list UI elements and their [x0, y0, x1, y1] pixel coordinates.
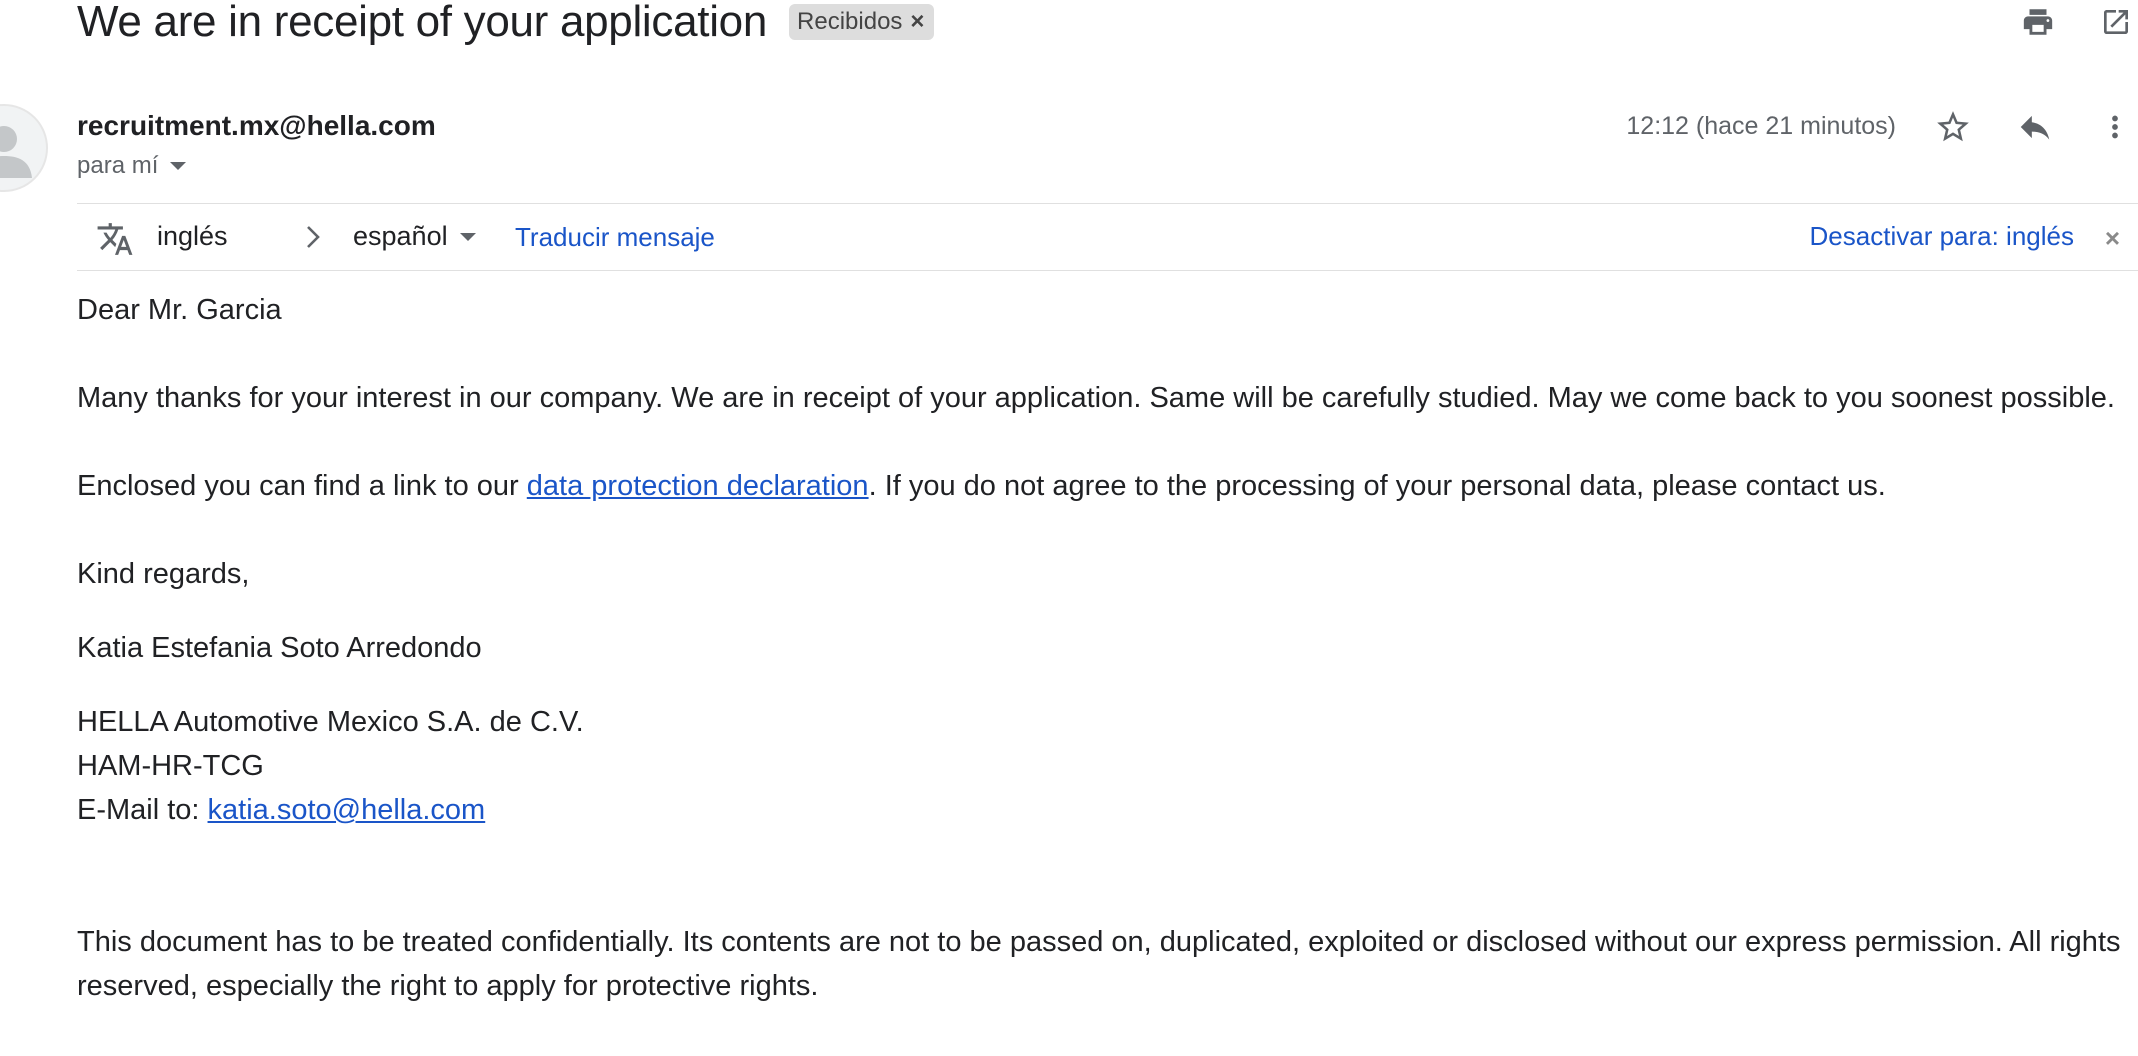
body-paragraph: Many thanks for your interest in our com… — [77, 382, 2115, 414]
star-icon[interactable] — [1930, 104, 1976, 150]
greeting: Dear Mr. Garcia — [77, 294, 282, 326]
open-in-new-window-icon[interactable] — [2094, 0, 2138, 44]
message-actions — [1930, 104, 2138, 150]
chevron-right-icon — [303, 224, 323, 255]
chevron-down-icon[interactable] — [170, 162, 187, 170]
recipient-label: para mí — [77, 152, 159, 179]
message-body: Dear Mr. Garcia Many thanks for your int… — [77, 288, 2135, 1052]
company-name: HELLA Automotive Mexico S.A. de C.V. — [77, 706, 584, 738]
translate-icon — [95, 220, 135, 263]
closing: Kind regards, — [77, 558, 250, 590]
label-chip-text: Recibidos — [797, 8, 903, 35]
disable-translation-link[interactable]: Desactivar para: inglés — [1810, 221, 2074, 252]
email-line: E-Mail to: katia.soto@hella.com — [77, 788, 2135, 832]
top-icons — [1982, 0, 2138, 44]
print-icon[interactable] — [2016, 0, 2060, 44]
translate-bar: inglés español Traducir mensaje Desactiv… — [77, 203, 2138, 271]
paragraph-text: . If you do not agree to the processing … — [868, 470, 1886, 502]
body-paragraph: Enclosed you can find a link to our data… — [77, 464, 2135, 508]
target-language-select[interactable]: español — [353, 221, 476, 252]
department: HAM-HR-TCG — [77, 750, 264, 782]
email-view: We are in receipt of your application Re… — [0, 0, 2138, 1056]
more-vertical-icon[interactable] — [2092, 104, 2138, 150]
subject-row: We are in receipt of your application Re… — [77, 0, 935, 50]
email-link[interactable]: katia.soto@hella.com — [208, 794, 486, 826]
sender-address[interactable]: recruitment.mx@hella.com — [77, 110, 436, 142]
signature-block: HELLA Automotive Mexico S.A. de C.V. HAM… — [77, 700, 2135, 832]
signature-name: Katia Estefania Soto Arredondo — [77, 632, 482, 664]
close-icon[interactable]: × — [2105, 225, 2120, 251]
paragraph-text: Enclosed you can find a link to our — [77, 470, 527, 502]
disclaimer: This document has to be treated confiden… — [77, 926, 2121, 1002]
target-language: español — [353, 221, 448, 251]
source-language[interactable]: inglés — [157, 221, 228, 252]
sender-avatar[interactable] — [0, 104, 48, 192]
email-subject: We are in receipt of your application — [77, 0, 768, 46]
email-label: E-Mail to: — [77, 794, 208, 826]
reply-icon[interactable] — [2012, 104, 2058, 150]
chevron-down-icon — [459, 232, 476, 241]
data-protection-link[interactable]: data protection declaration — [527, 470, 869, 502]
label-chip-inbox[interactable]: Recibidos × — [789, 4, 935, 40]
remove-label-icon[interactable]: × — [910, 10, 924, 34]
translate-message-link[interactable]: Traducir mensaje — [515, 222, 715, 253]
message-timestamp: 12:12 (hace 21 minutos) — [1626, 112, 1896, 140]
recipient-details[interactable]: para mí — [77, 152, 187, 180]
person-avatar-icon — [0, 126, 32, 178]
